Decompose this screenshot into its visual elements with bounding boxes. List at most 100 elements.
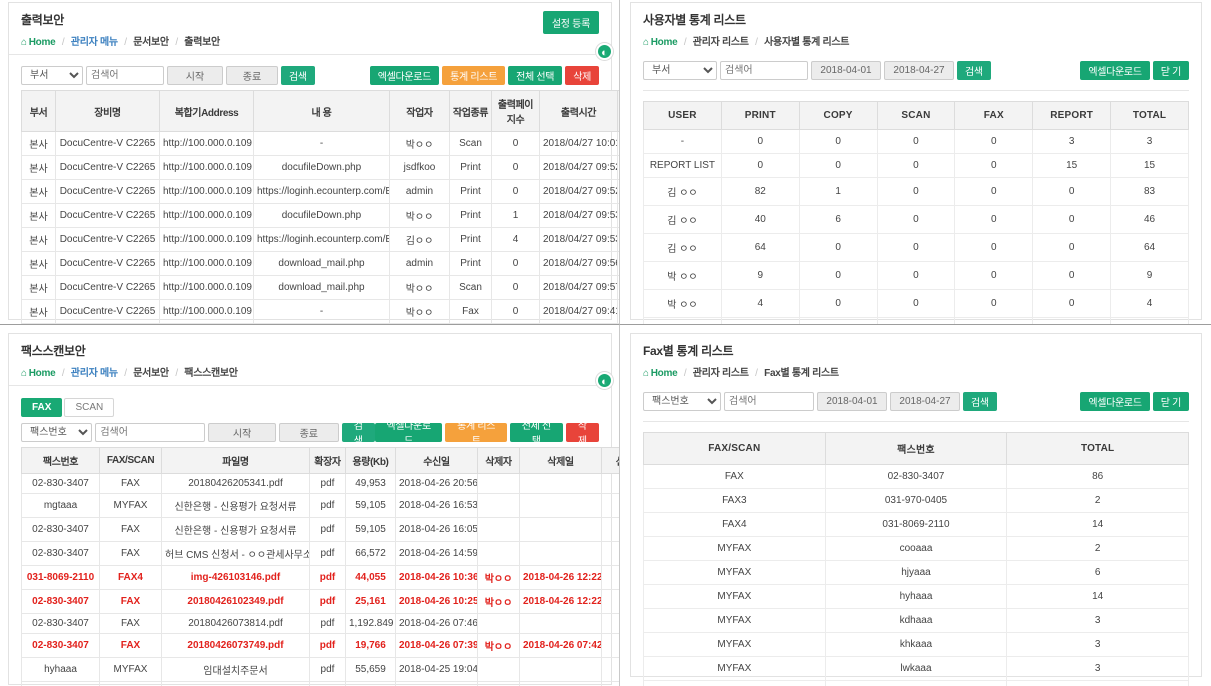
table-row[interactable]: hyhaaa MYFAX 임대설치주문서 pdf 55,659 2018-04-25 19… — [21, 657, 619, 682]
table-row[interactable]: -000033 — [643, 129, 1189, 154]
cell-print[interactable]: 4 — [720, 289, 800, 318]
row-checkbox-cell[interactable] — [601, 517, 619, 542]
table-row[interactable]: 031-8069-2110 FAX4 img-426103146.pdf pdf 44,… — [21, 565, 619, 590]
cell-total[interactable]: 284 — [1110, 317, 1189, 324]
cell-total[interactable]: 46 — [1110, 205, 1189, 234]
cell-copy[interactable]: 2 — [798, 317, 878, 324]
excel-download-button[interactable]: 엑셀다운로드 — [1080, 391, 1150, 411]
cell-copy[interactable]: 1 — [798, 177, 878, 206]
row-checkbox-cell[interactable] — [601, 633, 619, 658]
breadcrumb-level1[interactable]: 관리자 메뉴 — [71, 368, 118, 379]
date-from-field[interactable]: 2018-04-01 — [811, 60, 881, 80]
row-checkbox-cell[interactable] — [601, 493, 619, 518]
table-row[interactable]: FAX 02-830-3407 86 — [643, 464, 1189, 489]
row-checkbox-cell[interactable] — [601, 681, 619, 686]
row-checkbox-cell[interactable] — [601, 657, 619, 682]
table-row[interactable]: 김 ㅇㅇ 82 1 0 0 0 83 — [643, 177, 1189, 206]
start-date-field[interactable]: 시작 — [208, 422, 276, 442]
cell-total[interactable]: 15 — [1110, 153, 1189, 178]
cell-print[interactable]: 82 — [720, 177, 800, 206]
cell-file-name[interactable]: img-426103146.pdf — [161, 565, 310, 590]
cell-file-name[interactable]: 20180426073749.pdf — [161, 633, 310, 658]
table-row[interactable]: 박 ㅇㅇ2822000284 — [643, 317, 1189, 324]
search-input[interactable] — [86, 65, 164, 85]
table-row[interactable]: 본사DocuCentre-V C2265http://100.000.0.109… — [21, 155, 619, 180]
circle-back-icon[interactable]: ◐ — [596, 43, 613, 60]
table-row[interactable]: FAX3 031-970-0405 2 — [643, 488, 1189, 513]
row-checkbox-cell[interactable] — [601, 473, 619, 494]
table-row[interactable]: REPORT LIST 0 0 0 0 15 15 — [643, 153, 1189, 178]
cell-total[interactable]: 3 — [1110, 129, 1189, 154]
delete-button[interactable]: 삭제 — [565, 65, 599, 85]
search-input[interactable] — [95, 422, 206, 442]
circle-back-icon[interactable]: ◐ — [596, 372, 613, 389]
end-date-field[interactable]: 종료 — [278, 422, 339, 442]
cell-report[interactable]: 3 — [1032, 129, 1112, 154]
table-row[interactable]: 본사DocuCentre-V C2265http://100.000.0.109… — [21, 203, 619, 228]
close-button[interactable]: 닫 기 — [1152, 391, 1189, 411]
table-row[interactable]: MYFAX kdhaaa 3 — [643, 608, 1189, 633]
search-button[interactable]: 검색 — [963, 391, 997, 411]
settings-register-button[interactable]: 설정 등록 — [542, 11, 599, 34]
table-row[interactable]: 본사DocuCentre-V C2265http://100.000.0.109… — [21, 131, 619, 156]
table-row[interactable]: 박 ㅇㅇ 9 0 0 0 0 9 — [643, 261, 1189, 290]
breadcrumb-level2[interactable]: 문서보안 — [133, 37, 169, 48]
table-row[interactable]: 02-830-3407 FAX 20180426205341.pdf pdf 49,95… — [21, 473, 619, 494]
cell-print[interactable]: 282 — [720, 317, 800, 324]
search-input[interactable] — [720, 60, 808, 80]
cell-file-name[interactable]: 허브 CMS 신청서 - ㅇㅇ관세사무소 — [161, 541, 310, 566]
search-input[interactable] — [724, 391, 814, 411]
breadcrumb-level1[interactable]: 관리자 메뉴 — [71, 37, 118, 48]
stats-list-button[interactable]: 통계 리스트 — [445, 421, 507, 447]
table-row[interactable]: 김 ㅇㅇ 64 0 0 0 0 64 — [643, 233, 1189, 262]
date-from-field[interactable]: 2018-04-01 — [817, 391, 887, 411]
search-button[interactable]: 검색 — [957, 60, 991, 80]
breadcrumb-level2[interactable]: 문서보안 — [133, 368, 169, 379]
table-row[interactable]: MYFAX khkaaa 3 — [643, 632, 1189, 657]
table-row[interactable]: 02-830-3407 FAX 허브 CMS 신청서 - ㅇㅇ관세사무소 pdf 66,… — [21, 541, 619, 566]
date-to-field[interactable]: 2018-04-27 — [890, 391, 960, 411]
cell-file-name[interactable]: 신한은행 - 신용평가 요청서류 — [161, 493, 310, 518]
date-to-field[interactable]: 2018-04-27 — [884, 60, 954, 80]
tab-scan[interactable]: SCAN — [64, 398, 115, 417]
excel-download-button[interactable]: 엑셀다운로드 — [1080, 60, 1150, 80]
breadcrumb-level1[interactable]: 관리자 리스트 — [693, 37, 749, 48]
delete-button[interactable]: 삭제 — [565, 421, 599, 447]
row-checkbox-cell[interactable] — [601, 589, 619, 614]
close-button[interactable]: 닫 기 — [1152, 60, 1189, 80]
cell-file-name[interactable]: 20180426102349.pdf — [161, 589, 310, 614]
tab-fax[interactable]: FAX — [21, 398, 63, 417]
start-date-field[interactable]: 시작 — [167, 65, 223, 85]
cell-print[interactable]: 64 — [720, 233, 800, 262]
breadcrumb-home[interactable]: ⌂ Home — [21, 368, 56, 379]
table-row[interactable]: MYFAX hjyaaa 6 — [643, 560, 1189, 585]
department-select[interactable]: 부서 — [643, 60, 717, 80]
table-row[interactable]: FAX4 031-8069-2110 14 — [643, 512, 1189, 537]
cell-report[interactable]: 15 — [1032, 153, 1112, 178]
cell-total[interactable]: 64 — [1110, 233, 1189, 262]
row-checkbox-cell[interactable] — [601, 613, 619, 634]
table-row[interactable]: 02-830-3407 FAX 20180426102349.pdf pdf 25,16… — [21, 589, 619, 614]
breadcrumb-home[interactable]: ⌂ Home — [643, 37, 678, 48]
cell-print[interactable]: 40 — [720, 205, 800, 234]
breadcrumb-level1[interactable]: 관리자 리스트 — [693, 368, 749, 379]
table-row[interactable]: 김 ㅇㅇ 40 6 0 0 0 46 — [643, 205, 1189, 234]
end-date-field[interactable]: 종료 — [226, 65, 278, 85]
cell-file-name[interactable]: 20180426205341.pdf — [161, 473, 310, 494]
cell-print[interactable]: 9 — [720, 261, 800, 290]
table-row[interactable]: MYFAXmaster3 — [643, 680, 1189, 686]
table-row[interactable]: 본사DocuCentre-V C2265http://100.000.0.109… — [21, 227, 619, 252]
department-select[interactable]: 부서 — [21, 65, 83, 85]
table-row[interactable]: 본사DocuCentre-V C2265http://100.000.0.109… — [21, 251, 619, 276]
cell-file-name[interactable]: 임대설치주문서 — [161, 681, 310, 686]
table-row[interactable]: MYFAX lwkaaa 3 — [643, 656, 1189, 681]
table-row[interactable]: 본사DocuCentre-V C2265http://100.000.0.109… — [21, 299, 619, 324]
select-all-button[interactable]: 전체 선택 — [508, 65, 563, 85]
search-button[interactable]: 검색 — [341, 421, 375, 447]
stats-list-button[interactable]: 통계 리스트 — [442, 65, 506, 85]
table-row[interactable]: MYFAX cooaaa 2 — [643, 536, 1189, 561]
fax-number-select[interactable]: 팩스번호 — [21, 422, 93, 442]
search-button[interactable]: 검색 — [281, 65, 315, 85]
cell-copy[interactable]: 6 — [798, 205, 878, 234]
breadcrumb-home[interactable]: ⌂ Home — [643, 368, 678, 379]
